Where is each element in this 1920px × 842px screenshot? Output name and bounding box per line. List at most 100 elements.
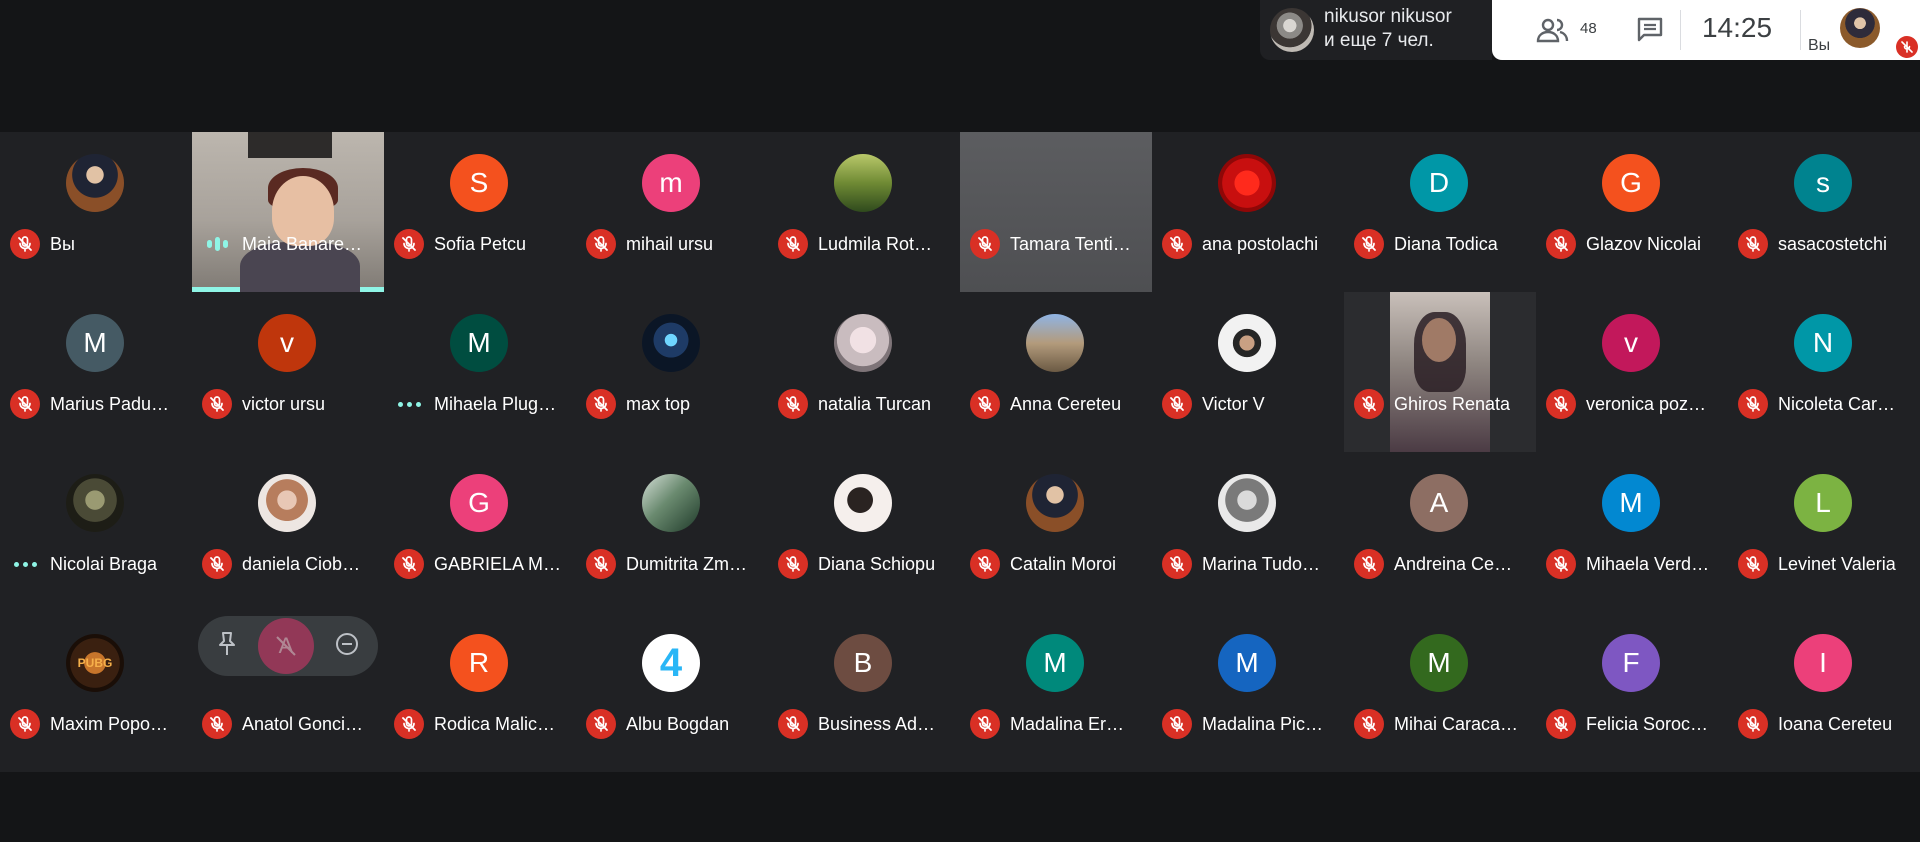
- participant-tile[interactable]: 4 Albu Bogdan: [576, 612, 768, 772]
- nameplate: veronica poz…: [1546, 387, 1724, 421]
- participant-tile[interactable]: A Andreina Ce…: [1344, 452, 1536, 612]
- mic-off-icon: [970, 549, 1000, 579]
- participant-tile[interactable]: N Nicoleta Car…: [1728, 292, 1920, 452]
- participant-name: sasacostetchi: [1778, 233, 1888, 254]
- avatar: [1218, 474, 1276, 532]
- participant-tile[interactable]: Nicolai Braga: [0, 452, 192, 612]
- participant-name: Marina Tudo…: [1202, 553, 1321, 574]
- mic-off-icon: [1546, 709, 1576, 739]
- participant-tile[interactable]: v victor ursu: [192, 292, 384, 452]
- clock: 14:25: [1701, 12, 1773, 43]
- participant-tile[interactable]: G GABRIELA M…: [384, 452, 576, 612]
- participant-tile[interactable]: F Felicia Soroc…: [1536, 612, 1728, 772]
- participant-tile[interactable]: M Mihaela Verd…: [1536, 452, 1728, 612]
- avatar: [642, 474, 700, 532]
- avatar: M: [66, 314, 124, 372]
- participant-tile[interactable]: M Madalina Pic…: [1152, 612, 1344, 772]
- avatar: [1026, 474, 1084, 532]
- participant-tile[interactable]: B Business Ad…: [768, 612, 960, 772]
- avatar: M: [1602, 474, 1660, 532]
- participant-tile[interactable]: M Mihai Caraca…: [1344, 612, 1536, 772]
- participant-tile[interactable]: s sasacostetchi: [1728, 132, 1920, 292]
- participant-tile[interactable]: daniela Ciob…: [192, 452, 384, 612]
- participant-tile[interactable]: Catalin Moroi: [960, 452, 1152, 612]
- participant-tile[interactable]: Dumitrita Zm…: [576, 452, 768, 612]
- participant-tile[interactable]: M Mihaela Plug…: [384, 292, 576, 452]
- participant-tile[interactable]: v veronica poz…: [1536, 292, 1728, 452]
- avatar: 4: [642, 634, 700, 692]
- participant-tile[interactable]: natalia Turcan: [768, 292, 960, 452]
- participant-tile[interactable]: M Marius Padu…: [0, 292, 192, 452]
- avatar: v: [1602, 314, 1660, 372]
- participant-name: Felicia Soroc…: [1586, 713, 1709, 734]
- participant-tile[interactable]: R Rodica Malic…: [384, 612, 576, 772]
- avatar: [1218, 154, 1276, 212]
- pin-icon[interactable]: [216, 631, 238, 662]
- mic-off-icon: [1354, 389, 1384, 419]
- participant-tile[interactable]: Victor V: [1152, 292, 1344, 452]
- mic-off-icon: [778, 709, 808, 739]
- avatar: PUBG: [66, 634, 124, 692]
- avatar: A: [1410, 474, 1468, 532]
- participant-tile[interactable]: L Levinet Valeria: [1728, 452, 1920, 612]
- participant-name: Anatol Gonci…: [242, 713, 364, 734]
- participant-tile[interactable]: Ghiros Renata: [1344, 292, 1536, 452]
- mic-off-icon: [586, 229, 616, 259]
- participant-tile[interactable]: m mihail ursu: [576, 132, 768, 292]
- participant-tile[interactable]: Marina Tudo…: [1152, 452, 1344, 612]
- nameplate: Andreina Ce…: [1354, 547, 1532, 581]
- participant-name: Maia Banare…: [242, 233, 363, 254]
- participant-tile[interactable]: Diana Schiopu: [768, 452, 960, 612]
- mic-off-icon: [586, 389, 616, 419]
- participant-tile[interactable]: max top: [576, 292, 768, 452]
- avatar: s: [1794, 154, 1852, 212]
- participant-tile[interactable]: Maia Banare…: [192, 132, 384, 292]
- participant-name: Diana Todica: [1394, 233, 1498, 254]
- participant-name: Madalina Er…: [1010, 713, 1125, 734]
- participant-tile[interactable]: G Glazov Nicolai: [1536, 132, 1728, 292]
- nameplate: Catalin Moroi: [970, 547, 1148, 581]
- meeting-controls: 48 14:25 Вы: [1492, 0, 1920, 60]
- divider: [1680, 10, 1681, 50]
- participant-name: max top: [626, 393, 691, 414]
- self-avatar[interactable]: [1840, 8, 1880, 48]
- participant-name: natalia Turcan: [818, 393, 932, 414]
- participant-tile[interactable]: Tamara Tenti…: [960, 132, 1152, 292]
- participant-tile[interactable]: D Diana Todica: [1344, 132, 1536, 292]
- mic-off-icon: [202, 709, 232, 739]
- nameplate: Ludmila Rot…: [778, 227, 956, 261]
- mic-off-icon: [1162, 229, 1192, 259]
- nameplate: daniela Ciob…: [202, 547, 380, 581]
- letter-a-icon[interactable]: A: [258, 618, 314, 674]
- participant-tile[interactable]: A Anatol Gonci…: [192, 612, 384, 772]
- participant-name: mihail ursu: [626, 233, 714, 254]
- participant-tile[interactable]: PUBG Maxim Popo…: [0, 612, 192, 772]
- mic-off-icon: [1546, 389, 1576, 419]
- nameplate: Tamara Tenti…: [970, 227, 1148, 261]
- remove-icon[interactable]: [334, 631, 360, 662]
- participant-tile[interactable]: S Sofia Petcu: [384, 132, 576, 292]
- avatar: D: [1410, 154, 1468, 212]
- presenter-indicator[interactable]: nikusor nikusor и еще 7 чел.: [1260, 0, 1492, 60]
- nameplate: Nicoleta Car…: [1738, 387, 1916, 421]
- nameplate: Marina Tudo…: [1162, 547, 1340, 581]
- participant-tile[interactable]: ana postolachi: [1152, 132, 1344, 292]
- nameplate: Business Ad…: [778, 707, 956, 741]
- nameplate: Nicolai Braga: [10, 547, 188, 581]
- mic-off-icon: [778, 549, 808, 579]
- participant-tile[interactable]: I Ioana Cereteu: [1728, 612, 1920, 772]
- participant-name: Nicolai Braga: [50, 553, 158, 574]
- participant-name: Mihaela Verd…: [1586, 553, 1710, 574]
- avatar: B: [834, 634, 892, 692]
- avatar: S: [450, 154, 508, 212]
- participant-tile[interactable]: Вы: [0, 132, 192, 292]
- participants-button[interactable]: 48: [1522, 10, 1597, 50]
- nameplate: Maxim Popo…: [10, 707, 188, 741]
- participant-name: Anna Cereteu: [1010, 393, 1122, 414]
- participant-tile[interactable]: Anna Cereteu: [960, 292, 1152, 452]
- participant-tile[interactable]: M Madalina Er…: [960, 612, 1152, 772]
- participant-tile[interactable]: Ludmila Rot…: [768, 132, 960, 292]
- avatar: [834, 154, 892, 212]
- chat-button[interactable]: [1620, 10, 1680, 50]
- presenter-name: nikusor nikusor: [1324, 6, 1452, 27]
